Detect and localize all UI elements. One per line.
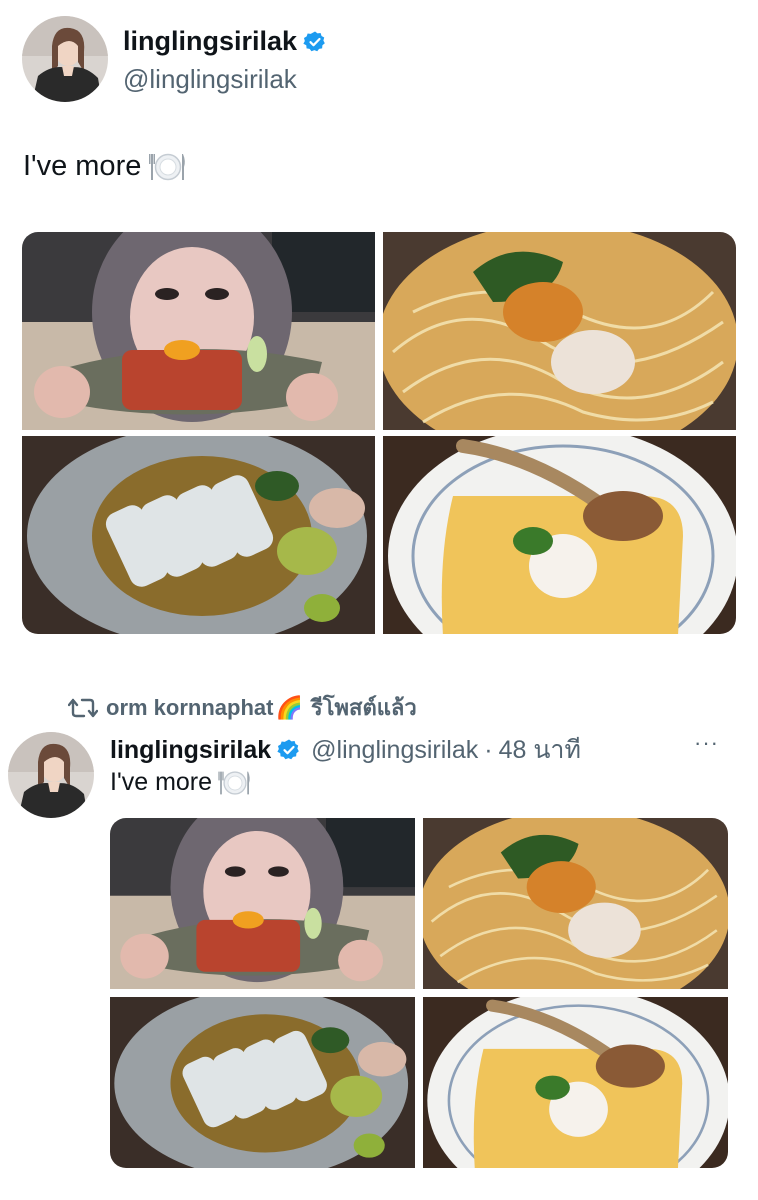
tweet-text: I've more (23, 150, 187, 183)
rainbow-emoji: 🌈 (275, 694, 303, 720)
photo-seared-fish[interactable] (22, 436, 375, 634)
author-handle[interactable]: @linglingsirilak (123, 64, 297, 95)
retweeter-name[interactable]: orm kornnaphat (106, 695, 273, 721)
fork-plate-knife-emoji-icon (149, 153, 186, 180)
tweet-text-body: I've more (23, 150, 142, 182)
timeline-tweet-text: I've more (110, 768, 252, 797)
photo-seared-fish[interactable] (110, 997, 415, 1168)
timeline-author-handle[interactable]: @linglingsirilak (311, 736, 478, 765)
photo-uni-pasta[interactable] (383, 232, 736, 430)
timeline-tweet-text-body: I've more (110, 768, 213, 796)
tweet-photo-grid (22, 232, 736, 634)
photo-uni-pasta[interactable] (423, 818, 728, 989)
photo-tamagoyaki[interactable] (423, 997, 728, 1168)
timeline-author-avatar[interactable] (8, 732, 94, 818)
retweet-label: รีโพสต์แล้ว (310, 695, 417, 720)
photo-tuna-tartare[interactable] (110, 818, 415, 989)
author-display-name[interactable]: linglingsirilak (123, 26, 297, 57)
author-name[interactable]: linglingsirilak (123, 26, 327, 57)
timeline-photo-grid (110, 818, 728, 1168)
more-options-icon[interactable]: ··· (694, 730, 719, 756)
timeline-tweet-header: linglingsirilak @linglingsirilak · 48 นา… (110, 730, 581, 770)
author-avatar[interactable] (22, 16, 108, 102)
timestamp-separator: · (484, 735, 493, 764)
tweet-timestamp[interactable]: 48 นาที (499, 730, 581, 770)
retweet-header[interactable]: orm kornnaphat 🌈 รีโพสต์แล้ว (68, 690, 417, 725)
verified-badge-icon (277, 739, 299, 760)
timeline-author-name[interactable]: linglingsirilak (110, 736, 271, 765)
fork-plate-knife-emoji-icon (218, 770, 250, 795)
photo-tuna-tartare[interactable] (22, 232, 375, 430)
retweet-icon (68, 698, 98, 717)
verified-badge-icon (303, 30, 325, 51)
photo-tamagoyaki[interactable] (383, 436, 736, 634)
